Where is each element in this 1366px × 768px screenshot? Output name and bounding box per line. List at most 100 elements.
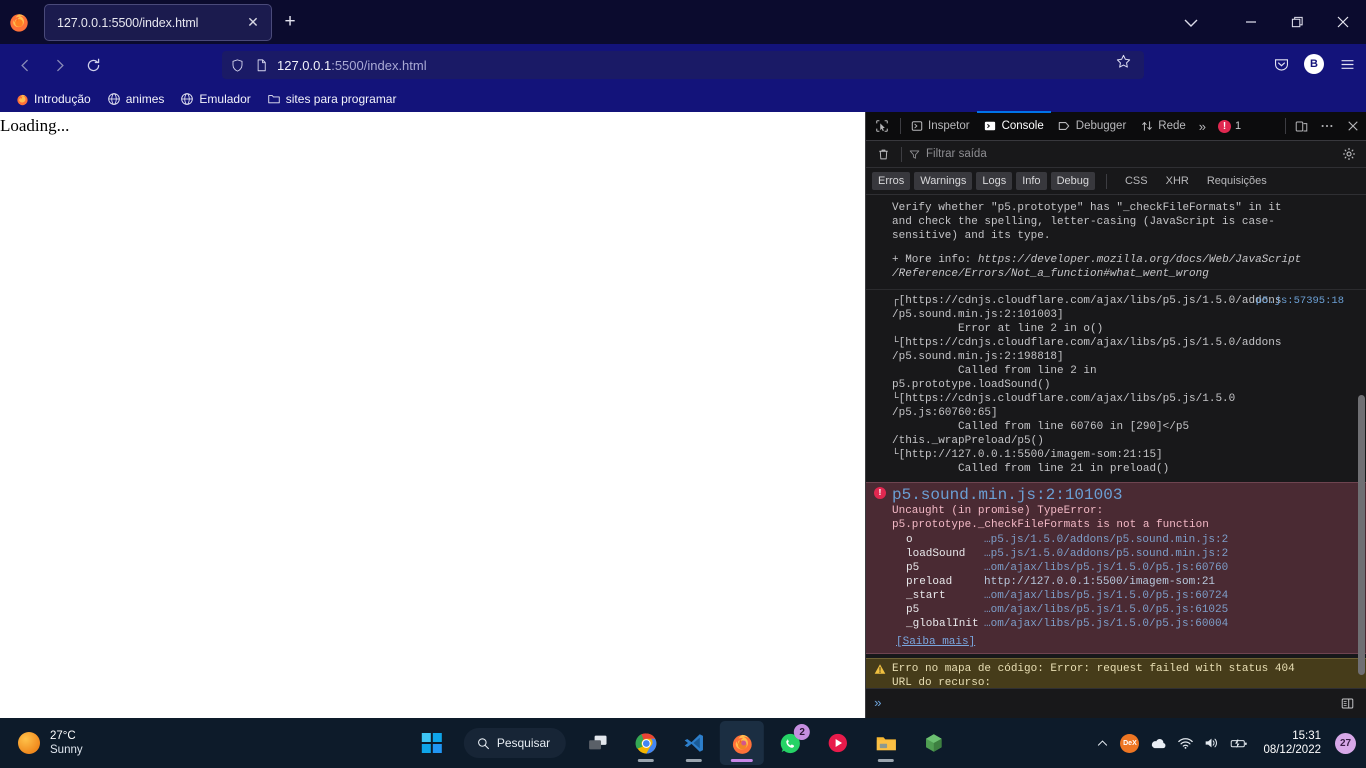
tab-inspetor[interactable]: Inspetor xyxy=(903,112,977,140)
stack-location[interactable]: …p5.js/1.5.0/addons/p5.sound.min.js:2 xyxy=(984,533,1228,547)
tab-debugger[interactable]: Debugger xyxy=(1051,112,1134,140)
console-message-verify: Verify whether "p5.prototype" has "_chec… xyxy=(866,195,1366,245)
overflow-tabs-icon[interactable]: » xyxy=(1193,119,1212,134)
stack-location[interactable]: …om/ajax/libs/p5.js/1.5.0/p5.js:60724 xyxy=(984,589,1228,603)
warning-icon xyxy=(874,663,886,678)
weather-widget[interactable]: 27°C Sunny xyxy=(0,729,83,757)
stack-frame[interactable]: p5 …om/ajax/libs/p5.js/1.5.0/p5.js:61025 xyxy=(892,603,1346,617)
filter-chip-xhr[interactable]: XHR xyxy=(1159,172,1196,190)
taskbar-app-firefox[interactable] xyxy=(720,721,765,765)
stack-frame[interactable]: _start …om/ajax/libs/p5.js/1.5.0/p5.js:60… xyxy=(892,589,1346,603)
stack-frame[interactable]: preload http://127.0.0.1:5500/imagem-som:… xyxy=(892,575,1346,589)
reload-icon[interactable] xyxy=(76,49,110,81)
tab-rede[interactable]: Rede xyxy=(1133,112,1193,140)
minimize-icon[interactable] xyxy=(1228,0,1274,44)
message-source-link[interactable]: p5.js:57395:18 xyxy=(1256,294,1344,308)
stack-location[interactable]: http://127.0.0.1:5500/imagem-som:21 xyxy=(984,575,1215,589)
start-button[interactable] xyxy=(410,721,454,765)
weather-condition: Sunny xyxy=(50,744,83,756)
filter-output-input[interactable]: Filtrar saída xyxy=(909,148,1338,160)
inspector-icon xyxy=(910,120,923,133)
browser-tab[interactable]: 127.0.0.1:5500/index.html ✕ xyxy=(44,4,272,41)
volume-icon[interactable] xyxy=(1204,736,1219,750)
filter-chip-logs[interactable]: Logs xyxy=(976,172,1013,190)
warning-line1: Erro no mapa de código: Error: request f… xyxy=(892,663,1295,675)
bookmark-item-animes[interactable]: animes xyxy=(100,90,172,108)
filter-chip-debug[interactable]: Debug xyxy=(1050,172,1095,190)
taskbar-app-task-view[interactable] xyxy=(576,721,620,765)
filter-chip-erros[interactable]: Erros xyxy=(872,172,911,190)
devtools-toolbar: Inspetor Console Debugger Rede » ! 1 xyxy=(866,111,1366,141)
bookmark-star-icon[interactable] xyxy=(1115,53,1132,75)
shield-icon[interactable] xyxy=(230,58,245,73)
stack-frame[interactable]: loadSound …p5.js/1.5.0/addons/p5.sound.mi… xyxy=(892,547,1346,561)
stack-function: _globalInit xyxy=(906,618,979,630)
console-icon xyxy=(984,120,997,133)
filter-chip-requisicoes[interactable]: Requisições xyxy=(1200,172,1274,190)
clear-console-icon[interactable] xyxy=(872,143,894,165)
show-hidden-icons-chevron-icon[interactable] xyxy=(1096,737,1109,750)
close-window-icon[interactable] xyxy=(1320,0,1366,44)
console-scrollbar[interactable] xyxy=(1358,395,1365,675)
clock-date: 08/12/2022 xyxy=(1263,744,1321,756)
bookmark-folder-sites-para-programar[interactable]: sites para programar xyxy=(260,90,404,108)
stack-frame[interactable]: _globalInit …om/ajax/libs/p5.js/1.5.0/p5.… xyxy=(892,617,1346,631)
app-menu-icon[interactable] xyxy=(1334,51,1360,77)
stacktrace-text: ┌[https://cdnjs.cloudflare.com/ajax/libs… xyxy=(892,295,1282,475)
close-devtools-icon[interactable] xyxy=(1340,112,1366,140)
maximize-icon[interactable] xyxy=(1274,0,1320,44)
taskbar-search[interactable]: Pesquisar xyxy=(463,728,567,758)
error-learn-more-link[interactable]: [Saiba mais] xyxy=(894,636,975,648)
filter-chip-css[interactable]: CSS xyxy=(1118,172,1155,190)
responsive-design-mode-icon[interactable] xyxy=(1288,112,1314,140)
bookmark-label: Introdução xyxy=(34,92,91,106)
address-bar[interactable]: 127.0.0.1:5500/index.html xyxy=(222,51,1144,79)
windows-taskbar: 27°C Sunny Pesquisar 2 DeX 15:31 08/12/2… xyxy=(0,718,1366,768)
tab-console[interactable]: Console xyxy=(976,111,1051,140)
account-avatar[interactable]: B xyxy=(1304,54,1324,74)
taskbar-app-package[interactable] xyxy=(912,721,956,765)
taskbar-app-media-player[interactable] xyxy=(816,721,860,765)
console-filter-bar: Filtrar saída xyxy=(866,141,1366,168)
stack-location[interactable]: …om/ajax/libs/p5.js/1.5.0/p5.js:61025 xyxy=(984,603,1228,617)
taskbar-app-chrome[interactable] xyxy=(624,721,668,765)
error-source-link[interactable]: p5.sound.min.js:2:101003 xyxy=(892,486,1122,504)
error-count-indicator[interactable]: ! 1 xyxy=(1212,119,1247,133)
console-settings-gear-icon[interactable] xyxy=(1338,143,1360,165)
console-output[interactable]: Verify whether "p5.prototype" has "_chec… xyxy=(866,195,1366,688)
notification-count-badge[interactable]: 27 xyxy=(1335,732,1356,754)
bookmark-item-emulador[interactable]: Emulador xyxy=(173,90,257,108)
forward-icon[interactable] xyxy=(42,49,76,81)
filter-chip-info[interactable]: Info xyxy=(1016,172,1047,190)
new-tab-button[interactable]: + xyxy=(278,11,302,35)
stack-location[interactable]: …p5.js/1.5.0/addons/p5.sound.min.js:2 xyxy=(984,547,1228,561)
stack-frame[interactable]: o …p5.js/1.5.0/addons/p5.sound.min.js:2 xyxy=(892,533,1346,547)
onedrive-icon[interactable] xyxy=(1150,737,1167,750)
samsung-dex-icon[interactable]: DeX xyxy=(1120,733,1140,753)
page-info-icon[interactable] xyxy=(254,58,269,73)
bookmark-item-introducao[interactable]: Introdução xyxy=(8,90,98,108)
devtools-menu-icon[interactable] xyxy=(1314,112,1340,140)
wifi-icon[interactable] xyxy=(1178,737,1194,750)
back-icon[interactable] xyxy=(8,49,42,81)
taskbar-app-file-explorer[interactable] xyxy=(864,721,908,765)
console-command-input[interactable]: » xyxy=(866,688,1366,718)
filter-chip-warnings[interactable]: Warnings xyxy=(914,172,973,190)
pocket-icon[interactable] xyxy=(1268,51,1294,77)
split-console-icon[interactable] xyxy=(1336,693,1358,715)
tab-label: Inspetor xyxy=(928,120,970,132)
close-tab-icon[interactable]: ✕ xyxy=(243,13,263,33)
app-running-indicator xyxy=(878,759,895,762)
error-icon: ! xyxy=(874,487,886,499)
stack-location[interactable]: …om/ajax/libs/p5.js/1.5.0/p5.js:60004 xyxy=(984,617,1228,631)
error-detail: p5.prototype._checkFileFormats is not a … xyxy=(892,519,1209,531)
taskbar-app-whatsapp[interactable]: 2 xyxy=(768,721,812,765)
list-all-tabs-icon[interactable] xyxy=(1180,12,1202,32)
element-picker-icon[interactable] xyxy=(866,112,898,140)
taskbar-app-vscode[interactable] xyxy=(672,721,716,765)
stack-frame[interactable]: p5 …om/ajax/libs/p5.js/1.5.0/p5.js:60760 xyxy=(892,561,1346,575)
battery-charging-icon[interactable] xyxy=(1230,737,1248,750)
firefox-icon xyxy=(15,92,29,106)
stack-location[interactable]: …om/ajax/libs/p5.js/1.5.0/p5.js:60760 xyxy=(984,561,1228,575)
taskbar-clock[interactable]: 15:31 08/12/2022 xyxy=(1263,729,1321,757)
